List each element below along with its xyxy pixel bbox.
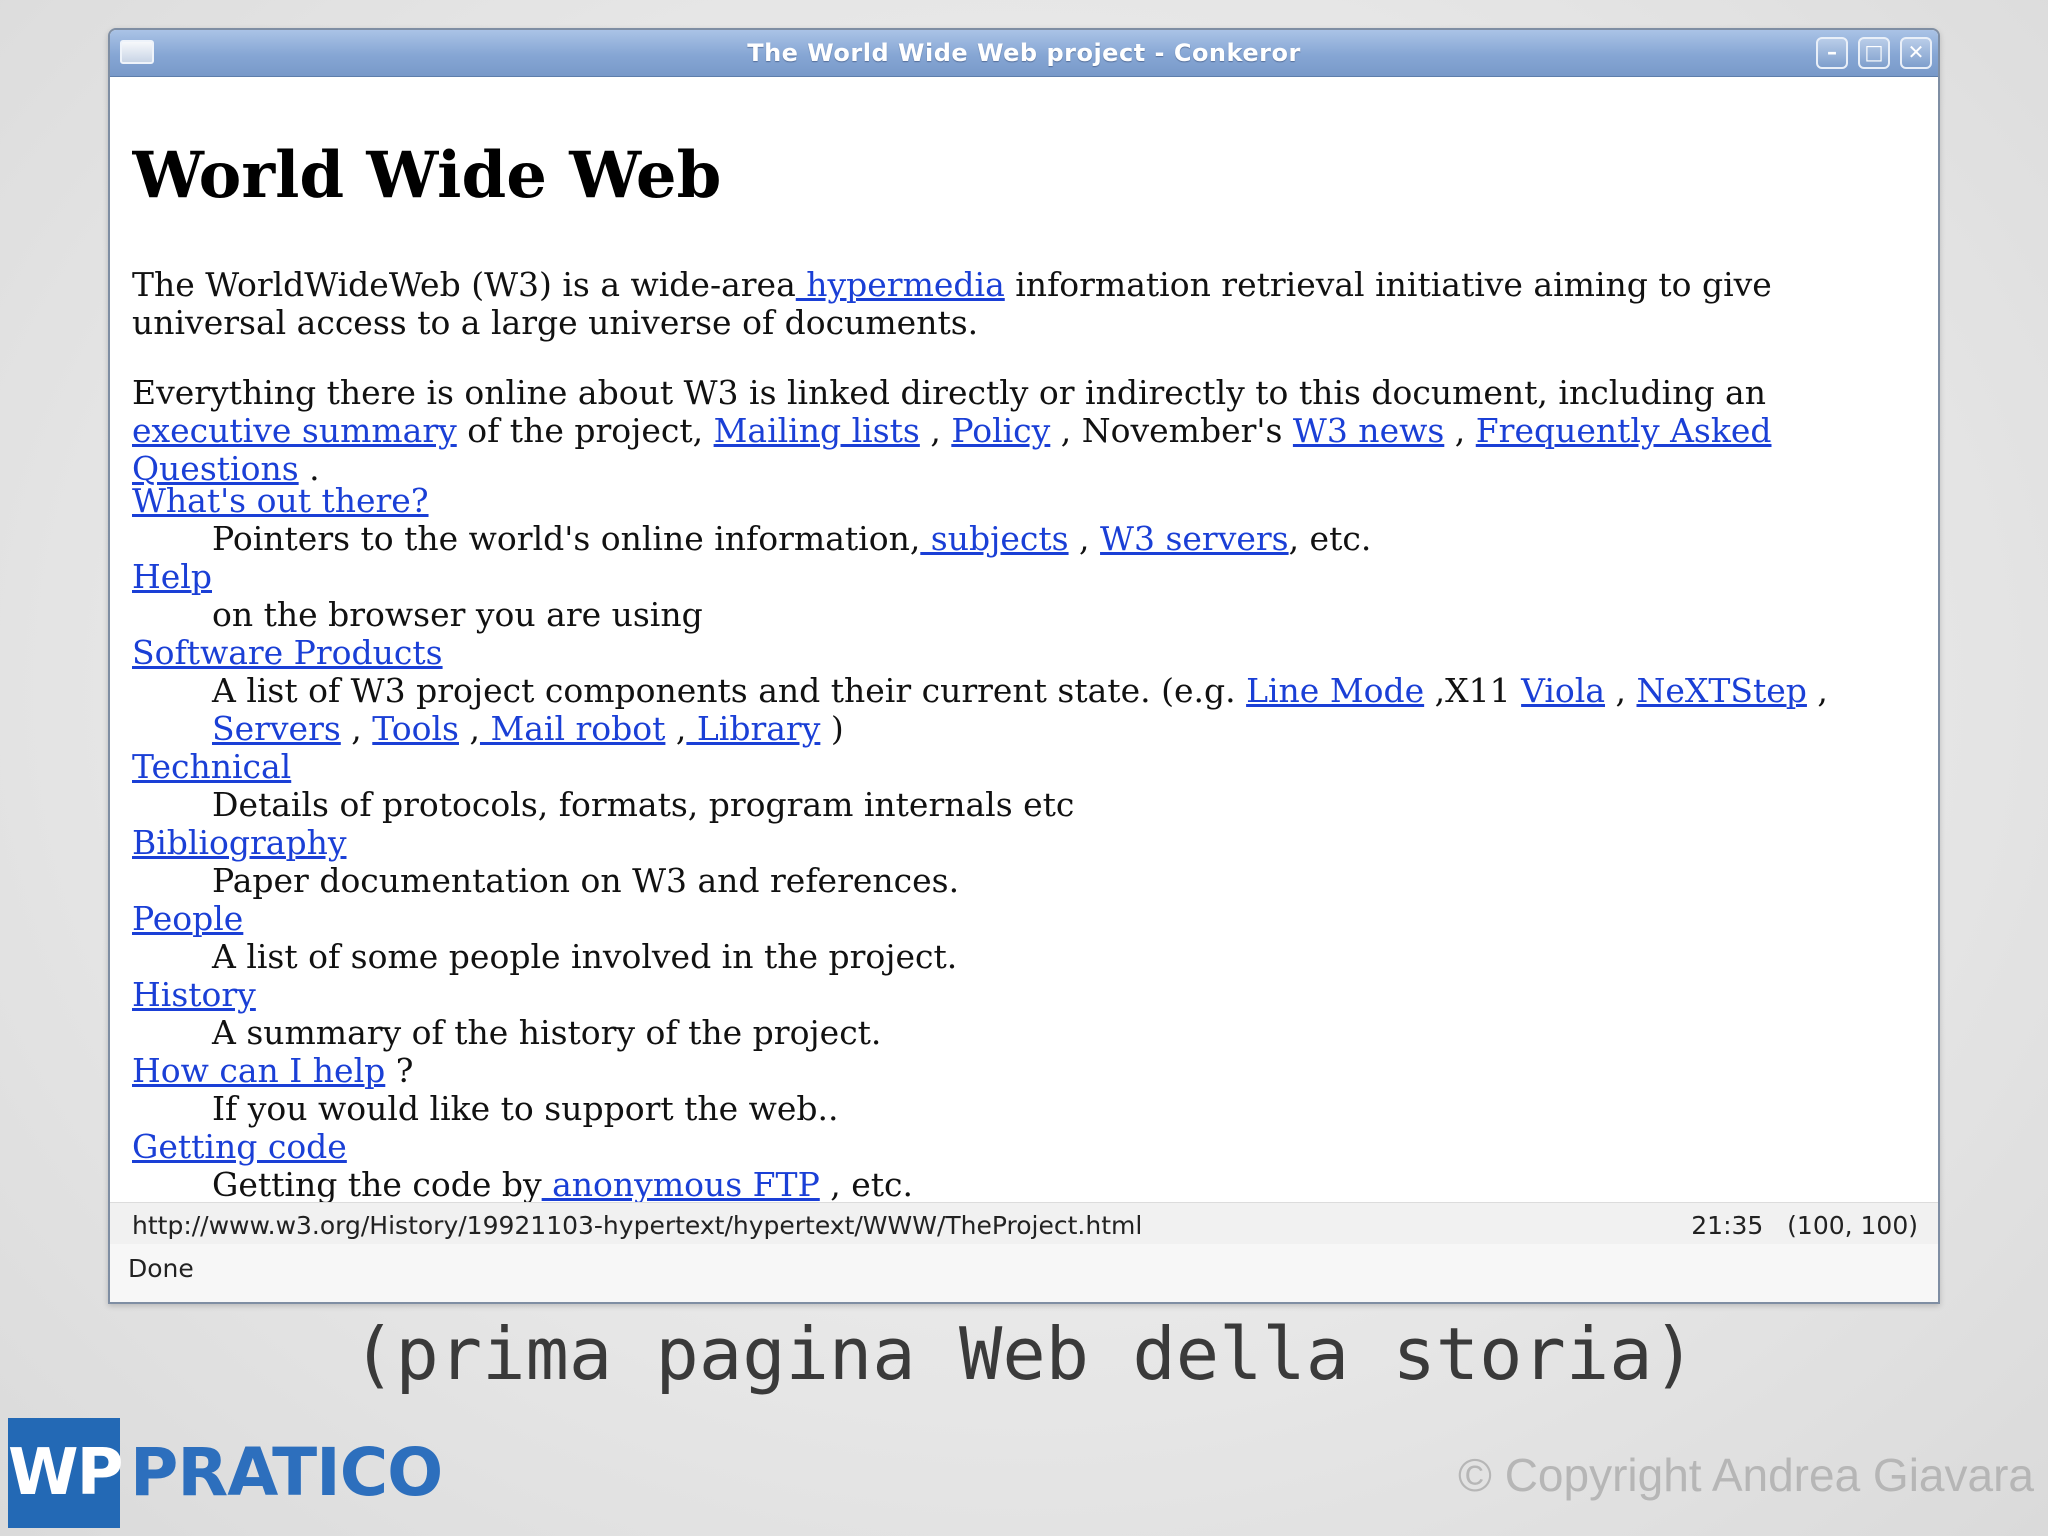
topic-desc-software-products: A list of W3 project components and thei… [132,672,1916,748]
link-history[interactable]: History [132,975,256,1014]
link-nextstep[interactable]: NeXTStep [1637,671,1807,710]
link-mail-robot[interactable]: Mail robot [480,709,665,748]
link-viola[interactable]: Viola [1521,671,1605,710]
link-hypermedia[interactable]: hypermedia [796,265,1005,304]
desc-text: ) [820,709,844,748]
overview-text-4: , November's [1050,411,1293,450]
link-bibliography[interactable]: Bibliography [132,823,347,862]
status-message: Done [128,1254,194,1283]
logo-pratico-text: PRATICO [130,1434,443,1511]
topic-software-products: Software Products [132,634,1916,672]
close-button[interactable]: ✕ [1900,37,1932,69]
status-bar: http://www.w3.org/History/19921103-hyper… [110,1202,1938,1246]
link-w3-servers[interactable]: W3 servers [1100,519,1289,558]
browser-window: The World Wide Web project - Conkeror – … [108,28,1940,1304]
desc-text: , [1806,671,1828,710]
topic-desc-history: A summary of the history of the project. [212,1013,882,1052]
wppratico-logo: WP PRATICO [8,1418,443,1528]
link-people[interactable]: People [132,899,243,938]
topic-how-can-i-help: How can I help ? [132,1052,1916,1090]
link-anonymous-ftp[interactable]: anonymous FTP [542,1165,820,1204]
desc-text: A list of W3 project components and thei… [212,671,1247,710]
link-subjects[interactable]: subjects [920,519,1069,558]
status-url: http://www.w3.org/History/19921103-hyper… [132,1211,1143,1240]
overview-text-3: , [919,411,952,450]
topic-getting-code: Getting code [132,1128,1916,1166]
topic-desc-help: on the browser you are using [212,595,703,634]
desc-text: Getting the code by [212,1165,542,1204]
status-position: (100, 100) [1787,1211,1918,1240]
topic-whats-out-there: What's out there? [132,482,1916,520]
topic-desc-whats-out-there: Pointers to the world's online informati… [132,520,1916,558]
link-w3-news[interactable]: W3 news [1293,411,1444,450]
link-software-products[interactable]: Software Products [132,633,443,672]
topic-desc-how-can-i-help: If you would like to support the web.. [212,1089,839,1128]
link-help[interactable]: Help [132,557,212,596]
desc-text: , [665,709,687,748]
desc-text: Pointers to the world's online informati… [212,519,921,558]
overview-text-1: Everything there is online about W3 is l… [132,373,1766,412]
link-how-can-i-help[interactable]: How can I help [132,1051,385,1090]
link-technical[interactable]: Technical [132,747,291,786]
topic-desc-technical: Details of protocols, formats, program i… [212,785,1075,824]
question-mark: ? [385,1051,414,1090]
topic-people: People [132,900,1916,938]
topic-desc-getting-code: Getting the code by anonymous FTP , etc. [132,1166,1916,1204]
topic-technical: Technical [132,748,1916,786]
desc-text: , etc. [1288,519,1372,558]
desc-text: ,X11 [1424,671,1522,710]
link-policy[interactable]: Policy [951,411,1050,450]
topic-bibliography: Bibliography [132,824,1916,862]
status-clock-position: 21:35 (100, 100) [1691,1211,1918,1240]
overview-text-2: of the project, [456,411,714,450]
minimize-button[interactable]: – [1816,37,1848,69]
copyright-notice: © Copyright Andrea Giavara [1458,1449,2034,1501]
overview-text-5: , [1444,411,1476,450]
topic-help: Help [132,558,1916,596]
status-time: 21:35 [1691,1211,1764,1240]
overview-paragraph: Everything there is online about W3 is l… [132,374,1916,488]
link-executive-summary[interactable]: executive summary [132,411,457,450]
intro-paragraph: The WorldWideWeb (W3) is a wide-area hyp… [132,266,1916,342]
topic-history: History [132,976,1916,1014]
link-tools[interactable]: Tools [372,709,459,748]
link-library[interactable]: Library [686,709,820,748]
link-whats-out-there[interactable]: What's out there? [132,481,429,520]
desc-text: , [1068,519,1101,558]
page-title: World Wide Web [132,138,722,213]
logo-wp-box: WP [8,1418,124,1528]
intro-text: The WorldWideWeb (W3) is a wide-area [132,265,796,304]
title-bar[interactable]: The World Wide Web project - Conkeror – … [110,30,1938,77]
link-mailing-lists[interactable]: Mailing lists [714,411,920,450]
desc-text: , etc. [819,1165,914,1204]
minibuffer: Done [110,1244,1938,1302]
link-servers[interactable]: Servers [212,709,341,748]
desc-text: , [340,709,373,748]
topic-list: What's out there? Pointers to the world'… [132,482,1916,1204]
topic-desc-people: A list of some people involved in the pr… [212,937,958,976]
slide-caption: (prima pagina Web della storia) [352,1312,1696,1396]
maximize-button[interactable]: □ [1858,37,1890,69]
window-title: The World Wide Web project - Conkeror [747,39,1301,67]
topic-desc-bibliography: Paper documentation on W3 and references… [212,861,960,900]
link-line-mode[interactable]: Line Mode [1246,671,1424,710]
desc-text: , [1605,671,1637,710]
page-content: World Wide Web The WorldWideWeb (W3) is … [132,76,1916,1242]
desc-text: , [458,709,480,748]
link-getting-code[interactable]: Getting code [132,1127,347,1166]
